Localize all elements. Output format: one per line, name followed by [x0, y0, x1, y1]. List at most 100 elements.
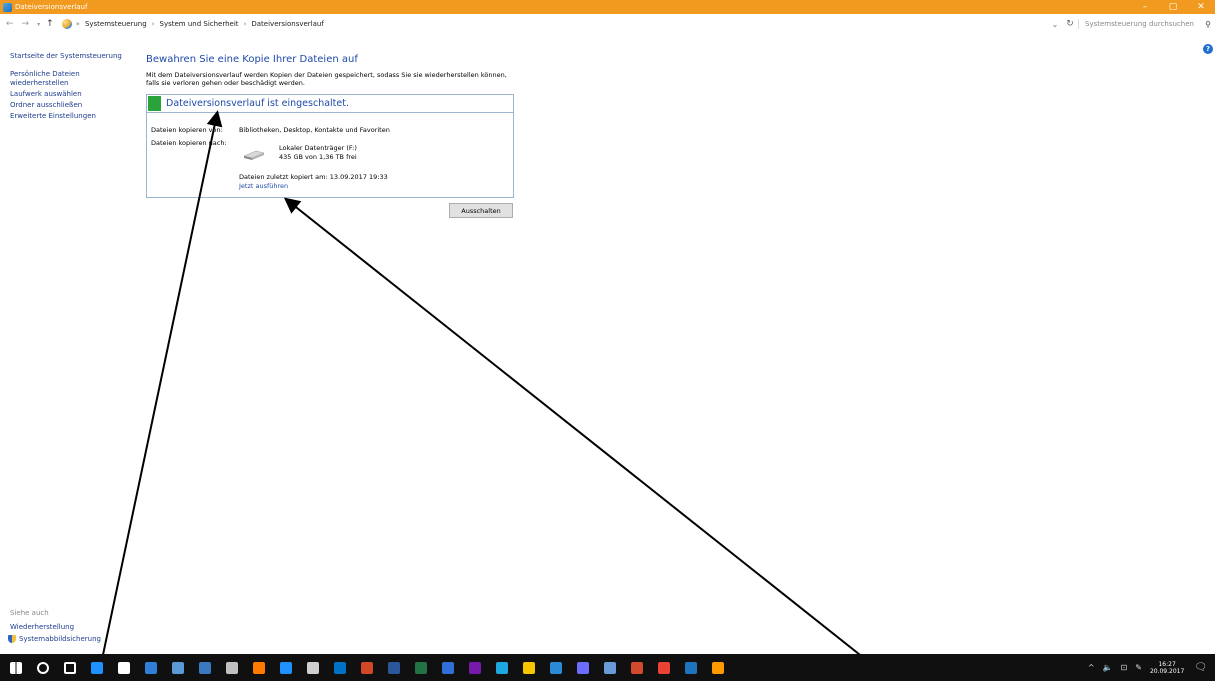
breadcrumb-separator-icon: ›: [243, 20, 247, 28]
clock[interactable]: 16:27 20.09.2017: [1150, 661, 1184, 675]
copy-from-label: Dateien kopieren von:: [151, 126, 223, 134]
breadcrumb-dateiversionsverlauf[interactable]: Dateiversionsverlauf: [251, 20, 323, 28]
recent-dropdown-icon[interactable]: ▾: [37, 21, 40, 28]
breadcrumb-separator-icon: »: [75, 20, 80, 28]
network-icon[interactable]: ⊡: [1121, 663, 1128, 672]
close-button[interactable]: ✕: [1187, 0, 1215, 14]
app-glyph-icon: [442, 661, 454, 674]
search-placeholder: Systemsteuerung durchsuchen: [1085, 20, 1194, 28]
taskbar-app-icon[interactable]: [249, 659, 269, 677]
app-glyph-icon: [91, 661, 103, 674]
description-line-1: Mit dem Dateiversionsverlauf werden Kopi…: [146, 71, 507, 79]
taskbar-app-icon[interactable]: [681, 659, 701, 677]
clock-time: 16:27: [1158, 660, 1176, 668]
taskbar-app-icon[interactable]: [195, 659, 215, 677]
app-glyph-icon: [280, 661, 292, 674]
taskbar-app-icon[interactable]: [546, 659, 566, 677]
run-now-link[interactable]: Jetzt ausführen: [239, 182, 288, 190]
back-arrow-icon[interactable]: ←: [6, 19, 14, 29]
taskbar-app-icon[interactable]: [438, 659, 458, 677]
page-title: Bewahren Sie eine Kopie Ihrer Dateien au…: [146, 54, 358, 65]
system-tray: ^ 🔈 ⊡ ✎ 16:27 20.09.2017 🗨: [1088, 654, 1215, 681]
sidebar-item-restore-files[interactable]: Persönliche Dateien wiederherstellen: [10, 70, 90, 88]
taskbar-app-icon[interactable]: [627, 659, 647, 677]
breadcrumb-systemsteuerung[interactable]: Systemsteuerung: [85, 20, 147, 28]
breadcrumb-separator-icon: ›: [151, 20, 155, 28]
taskbar-app-icon[interactable]: [303, 659, 323, 677]
app-glyph-icon: [226, 661, 238, 674]
app-glyph-icon: [64, 661, 76, 674]
taskbar-app-icon[interactable]: [411, 659, 431, 677]
minimize-button[interactable]: –: [1131, 0, 1159, 14]
app-glyph-icon: [361, 661, 373, 674]
app-glyph-icon: [685, 661, 697, 674]
taskbar-app-icon[interactable]: [6, 659, 26, 677]
see-also-recovery[interactable]: Wiederherstellung: [10, 623, 101, 631]
taskbar-app-icon[interactable]: [60, 659, 80, 677]
address-dropdown-icon[interactable]: ⌄: [1048, 20, 1062, 29]
turn-off-button[interactable]: Ausschalten: [449, 203, 513, 218]
tray-chevron-icon[interactable]: ^: [1088, 663, 1095, 672]
app-glyph-icon: [37, 661, 49, 674]
taskbar-app-icon[interactable]: [141, 659, 161, 677]
up-arrow-icon[interactable]: ↑: [46, 19, 54, 29]
sidebar-item-home[interactable]: Startseite der Systemsteuerung: [10, 52, 135, 61]
window-controls: – ▢ ✕: [1131, 0, 1215, 14]
forward-arrow-icon[interactable]: →: [22, 19, 30, 29]
app-glyph-icon: [469, 661, 481, 674]
control-panel-icon: [61, 19, 72, 29]
taskbar-app-icon[interactable]: [465, 659, 485, 677]
see-also-system-image[interactable]: Systemabbildsicherung: [8, 635, 101, 643]
search-input[interactable]: Systemsteuerung durchsuchen ⚲: [1079, 16, 1215, 32]
breadcrumb-system-sicherheit[interactable]: System und Sicherheit: [160, 20, 239, 28]
clock-date: 20.09.2017: [1149, 667, 1185, 675]
sidebar-item-exclude-folders[interactable]: Ordner ausschließen: [10, 101, 135, 110]
description-line-2: falls sie verloren gehen oder beschädigt…: [146, 79, 305, 87]
window-title: Dateiversionsverlauf: [15, 3, 88, 11]
app-glyph-icon: [496, 661, 508, 674]
app-glyph-icon: [523, 661, 535, 674]
app-glyph-icon: [145, 661, 157, 674]
sidebar: Startseite der Systemsteuerung Persönlic…: [10, 52, 135, 123]
main-content: Bewahren Sie eine Kopie Ihrer Dateien au…: [146, 54, 518, 87]
taskbar-app-icon[interactable]: [708, 659, 728, 677]
taskbar-app-icon[interactable]: [276, 659, 296, 677]
taskbar-app-icon[interactable]: [114, 659, 134, 677]
volume-icon[interactable]: 🔈: [1103, 663, 1113, 672]
drive-icon: [243, 150, 265, 160]
drive-space: 435 GB von 1,36 TB frei: [279, 153, 357, 161]
address-right: ⌄ ↻ Systemsteuerung durchsuchen ⚲: [1048, 14, 1215, 34]
taskbar: ^ 🔈 ⊡ ✎ 16:27 20.09.2017 🗨: [0, 654, 1215, 681]
app-glyph-icon: [199, 661, 211, 674]
see-also-heading: Siehe auch: [10, 609, 49, 617]
sidebar-item-advanced-settings[interactable]: Erweiterte Einstellungen: [10, 112, 135, 121]
taskbar-app-icon[interactable]: [384, 659, 404, 677]
taskbar-app-icon[interactable]: [492, 659, 512, 677]
taskbar-app-icon[interactable]: [168, 659, 188, 677]
taskbar-app-icon[interactable]: [33, 659, 53, 677]
app-glyph-icon: [172, 661, 184, 674]
copy-to-label: Dateien kopieren nach:: [151, 139, 227, 147]
taskbar-app-icon[interactable]: [573, 659, 593, 677]
pen-icon[interactable]: ✎: [1135, 663, 1142, 672]
app-glyph-icon: [415, 661, 427, 674]
taskbar-app-icon[interactable]: [357, 659, 377, 677]
taskbar-app-icon[interactable]: [519, 659, 539, 677]
taskbar-app-icon[interactable]: [222, 659, 242, 677]
taskbar-app-icon[interactable]: [330, 659, 350, 677]
sidebar-item-select-drive[interactable]: Laufwerk auswählen: [10, 90, 135, 99]
drive-name: Lokaler Datenträger (F:): [279, 144, 357, 152]
address-bar: ← → ▾ ↑ » Systemsteuerung › System und S…: [0, 14, 1215, 34]
nav-buttons: ← → ▾ ↑: [6, 19, 62, 29]
taskbar-app-icon[interactable]: [600, 659, 620, 677]
help-icon[interactable]: ?: [1203, 44, 1213, 54]
refresh-icon[interactable]: ↻: [1062, 19, 1079, 29]
app-glyph-icon: [604, 661, 616, 674]
notification-icon[interactable]: 🗨: [1194, 662, 1207, 673]
taskbar-icons: [6, 659, 735, 677]
taskbar-app-icon[interactable]: [87, 659, 107, 677]
app-glyph-icon: [388, 661, 400, 674]
search-icon[interactable]: ⚲: [1205, 20, 1211, 29]
maximize-button[interactable]: ▢: [1159, 0, 1187, 14]
taskbar-app-icon[interactable]: [654, 659, 674, 677]
